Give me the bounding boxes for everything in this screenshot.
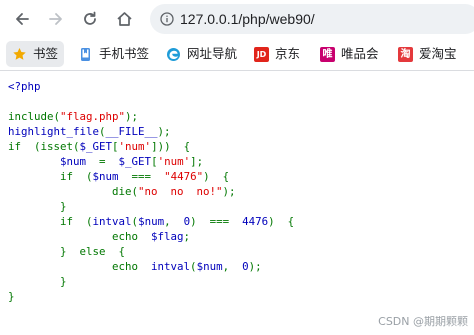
code-token: , bbox=[222, 260, 243, 273]
code-token: "4476" bbox=[164, 170, 204, 183]
bookmark-label: 京东 bbox=[275, 46, 301, 61]
code-token: $_GET bbox=[118, 155, 152, 168]
bookmark-label: 爱淘宝 bbox=[419, 46, 457, 61]
vip-badge: 唯 bbox=[320, 46, 335, 62]
jd-badge: JD bbox=[254, 46, 269, 62]
taobao-badge: 淘 bbox=[398, 46, 413, 62]
code-token: $num bbox=[92, 170, 119, 183]
home-button[interactable] bbox=[112, 7, 136, 31]
code-token: echo bbox=[112, 260, 152, 273]
code-token: highlight_file bbox=[8, 125, 100, 138]
jd-icon: JD bbox=[254, 46, 269, 62]
arrow-right-icon bbox=[48, 11, 64, 27]
code-token: ]; bbox=[190, 155, 204, 168]
code-token: include( bbox=[8, 110, 61, 123]
code-token: } else { bbox=[60, 245, 126, 258]
code-token: $num bbox=[196, 260, 223, 273]
watermark: CSDN @期期颗颗 bbox=[378, 315, 468, 328]
code-token: $_GET bbox=[79, 140, 113, 153]
code-token: ); bbox=[125, 110, 139, 123]
code-token: ); bbox=[157, 125, 171, 138]
bookmark-url-nav[interactable]: 网址导航 bbox=[166, 41, 237, 67]
code-token: 4476 bbox=[242, 215, 269, 228]
code-token: $num bbox=[60, 155, 87, 168]
code-token: intval bbox=[151, 260, 191, 273]
address-url[interactable]: 127.0.0.1/php/web90/ bbox=[180, 10, 315, 28]
code-token: === bbox=[118, 170, 165, 183]
vip-icon: 唯 bbox=[320, 46, 335, 62]
code-token: ) { bbox=[268, 215, 295, 228]
code-token: $flag bbox=[151, 230, 184, 243]
code-token: echo bbox=[112, 230, 152, 243]
code-token: intval bbox=[92, 215, 132, 228]
code-token: } bbox=[8, 290, 15, 303]
code-token: 'num' bbox=[157, 155, 191, 168]
code-token: ])) { bbox=[151, 140, 191, 153]
arrow-left-icon bbox=[14, 11, 30, 27]
bookmark-taobao[interactable]: 淘 爱淘宝 bbox=[398, 41, 457, 67]
address-bar[interactable]: 127.0.0.1/php/web90/ bbox=[150, 4, 474, 34]
edge-icon bbox=[166, 47, 181, 62]
code-token: } bbox=[60, 275, 67, 288]
php-source-code: <?php include("flag.php"); highlight_fil… bbox=[8, 79, 294, 304]
code-token: ) === bbox=[190, 215, 243, 228]
code-token: ; bbox=[183, 230, 191, 243]
bookmark-vip[interactable]: 唯 唯品会 bbox=[320, 41, 379, 67]
code-token: if (isset( bbox=[8, 140, 80, 153]
bookmarks-bar: 书签 手机书签 网址导航 JD 京东 唯 唯品会 淘 爱淘宝 bbox=[0, 38, 474, 71]
bookmark-label: 手机书签 bbox=[99, 46, 150, 61]
code-token: = bbox=[86, 155, 119, 168]
php-open-tag: <?php bbox=[8, 80, 41, 93]
bookmark-label: 网址导航 bbox=[187, 46, 238, 61]
code-token: 'num' bbox=[118, 140, 152, 153]
back-button[interactable] bbox=[10, 7, 34, 31]
code-token: ); bbox=[222, 185, 236, 198]
code-token: __FILE__ bbox=[105, 125, 158, 138]
code-token: "flag.php" bbox=[60, 110, 126, 123]
code-token: $num bbox=[138, 215, 165, 228]
reload-icon bbox=[82, 11, 98, 27]
info-icon[interactable] bbox=[160, 12, 174, 26]
code-token: , bbox=[164, 215, 184, 228]
page-content: <?php include("flag.php"); highlight_fil… bbox=[0, 71, 474, 335]
reload-button[interactable] bbox=[78, 7, 102, 31]
code-token: die( bbox=[112, 185, 139, 198]
home-icon bbox=[116, 11, 133, 27]
mobile-bookmark-icon bbox=[78, 47, 93, 62]
bookmark-label: 书签 bbox=[33, 46, 59, 61]
star-icon bbox=[12, 47, 27, 62]
bookmark-jd[interactable]: JD 京东 bbox=[254, 41, 300, 67]
bookmark-label: 唯品会 bbox=[341, 46, 379, 61]
bookmark-mobile[interactable]: 手机书签 bbox=[78, 41, 149, 67]
code-token: "no no no!" bbox=[138, 185, 223, 198]
code-token: } bbox=[60, 200, 67, 213]
taobao-icon: 淘 bbox=[398, 46, 413, 62]
code-token: if ( bbox=[60, 170, 93, 183]
browser-toolbar: 127.0.0.1/php/web90/ bbox=[0, 0, 474, 38]
code-token: ); bbox=[248, 260, 262, 273]
code-token: ) { bbox=[203, 170, 230, 183]
code-token: if ( bbox=[60, 215, 93, 228]
forward-button[interactable] bbox=[44, 7, 68, 31]
bookmark-bookmarks[interactable]: 书签 bbox=[6, 41, 65, 67]
